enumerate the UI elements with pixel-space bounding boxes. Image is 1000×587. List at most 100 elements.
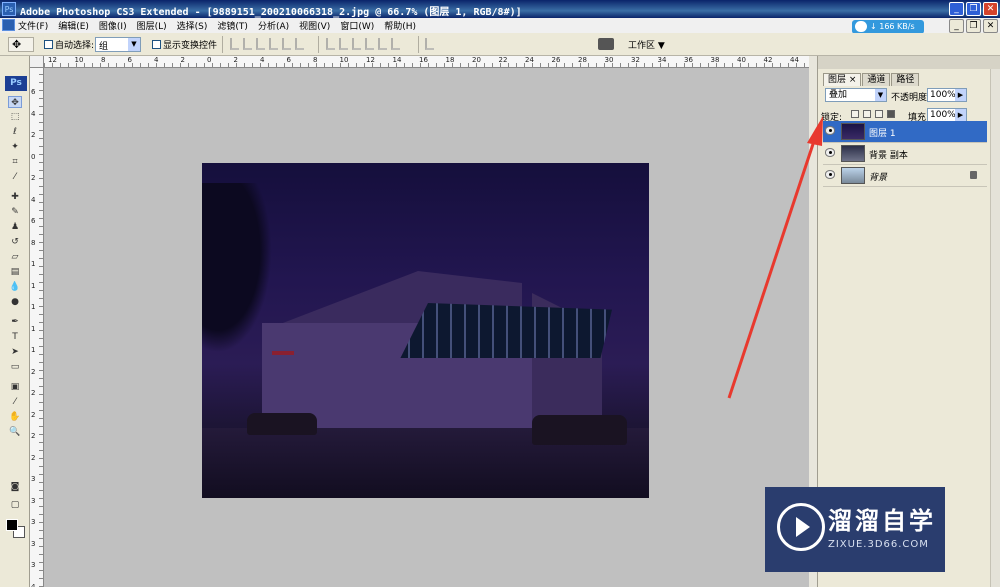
lock-transparency-icon[interactable] [851, 110, 859, 118]
close-button[interactable]: ✕ [983, 2, 998, 16]
menu-edit[interactable]: 编辑(E) [58, 19, 89, 32]
minimize-button[interactable]: _ [949, 2, 964, 16]
show-transform-checkbox[interactable] [152, 40, 161, 49]
notes-tool-icon[interactable]: ▣ [8, 381, 22, 393]
ruler-tick-label: 42 [763, 56, 773, 64]
auto-align-button[interactable] [425, 38, 434, 50]
menu-analysis[interactable]: 分析(A) [258, 19, 289, 32]
auto-select-dropdown[interactable]: 组 ▼ [95, 37, 141, 52]
watermark-url: ZIXUE.3D66.COM [828, 539, 929, 550]
panel-scrollbar[interactable] [990, 69, 1000, 587]
menu-layer[interactable]: 图层(L) [137, 19, 167, 32]
tab-layers[interactable]: 图层 × [823, 73, 862, 86]
slice-tool-icon[interactable]: ⁄ [8, 171, 22, 183]
building-sign [272, 351, 294, 355]
tab-paths[interactable]: 路径 [891, 73, 920, 86]
type-tool-icon[interactable]: T [8, 331, 22, 343]
shape-tool-icon[interactable]: ▭ [8, 361, 22, 373]
layer-thumbnail [841, 145, 865, 162]
menu-bar: 文件(F) 编辑(E) 图像(I) 图层(L) 选择(S) 滤镜(T) 分析(A… [0, 18, 1000, 33]
eye-icon[interactable] [825, 126, 835, 135]
separator [222, 36, 223, 53]
ruler-origin[interactable] [30, 56, 44, 68]
lock-all-icon[interactable] [887, 110, 895, 118]
layer-row-layer1[interactable]: 图层 1 [823, 121, 987, 143]
menu-view[interactable]: 视图(V) [299, 19, 330, 32]
chevron-right-icon[interactable]: ▶ [955, 109, 966, 121]
document-canvas-image[interactable] [202, 163, 649, 498]
restore-button[interactable]: ❐ [966, 2, 981, 16]
auto-select-checkbox[interactable] [44, 40, 53, 49]
layer-thumbnail [841, 167, 865, 184]
eyedropper-tool-icon[interactable]: ⁄ [8, 396, 22, 408]
ruler-tick-label: 3 [31, 496, 36, 505]
distribute-buttons[interactable] [326, 38, 400, 50]
doc-close-button[interactable]: ✕ [983, 19, 998, 33]
lasso-tool-icon[interactable]: ℓ [8, 126, 22, 138]
quick-mask-icon[interactable]: ◙ [8, 481, 22, 493]
ruler-tick-label: 26 [551, 56, 561, 64]
blur-tool-icon[interactable]: 💧 [8, 281, 22, 293]
dodge-tool-icon[interactable]: ● [8, 296, 22, 308]
ruler-tick-label: 2 [31, 410, 36, 419]
car-right [532, 415, 627, 445]
move-tool-icon[interactable]: ✥ [8, 96, 22, 108]
car-left [247, 413, 317, 435]
menu-window[interactable]: 窗口(W) [340, 19, 374, 32]
fill-input[interactable]: 100% ▶ [927, 108, 967, 122]
layer-row-background[interactable]: 背景 [823, 165, 987, 187]
menu-select[interactable]: 选择(S) [177, 19, 208, 32]
ruler-tick-label: 18 [445, 56, 455, 64]
magic-wand-tool-icon[interactable]: ✦ [8, 141, 22, 153]
chevron-down-icon: ▼ [128, 38, 140, 51]
tab-channels[interactable]: 通道 [862, 73, 891, 86]
align-buttons[interactable] [230, 38, 304, 50]
gradient-tool-icon[interactable]: ▤ [8, 266, 22, 278]
zoom-tool-icon[interactable]: 🔍 [8, 426, 22, 438]
menu-file[interactable]: 文件(F) [18, 19, 48, 32]
menu-image[interactable]: 图像(I) [99, 19, 127, 32]
eye-icon[interactable] [825, 148, 835, 157]
chevron-down-icon: ▼ [875, 89, 886, 101]
doc-minimize-button[interactable]: _ [949, 19, 964, 33]
workspace-icon[interactable] [598, 38, 614, 50]
ruler-tick-label: 3 [31, 518, 36, 526]
menu-filter[interactable]: 滤镜(T) [217, 19, 248, 32]
layer-row-background-copy[interactable]: 背景 副本 [823, 143, 987, 165]
foreground-color-swatch[interactable] [6, 519, 18, 531]
opacity-input[interactable]: 100% ▶ [927, 88, 967, 102]
ruler-tick-label: 8 [31, 238, 36, 247]
ruler-tick-label: 1 [31, 346, 36, 354]
layer-thumbnail [841, 123, 865, 140]
vertical-ruler[interactable]: 6 4 2 0 2 4 6 8 1 1 1 1 1 2 2 2 2 2 3 3 3 3 3 4 [30, 68, 44, 587]
history-brush-icon[interactable]: ↺ [8, 236, 22, 248]
ruler-tick-label: 40 [737, 56, 746, 64]
ruler-tick-label: 3 [31, 475, 36, 483]
tool-preset-picker[interactable]: ✥ [8, 37, 34, 52]
path-selection-icon[interactable]: ➤ [8, 346, 22, 358]
lock-pixels-icon[interactable] [863, 110, 871, 118]
ruler-tick-label: 10 [74, 56, 84, 64]
ruler-tick-label: 30 [604, 56, 614, 64]
eraser-tool-icon[interactable]: ▱ [8, 251, 22, 263]
hand-tool-icon[interactable]: ✋ [8, 411, 22, 423]
ruler-tick-label: 0 [207, 56, 212, 64]
eye-icon[interactable] [825, 170, 835, 179]
chevron-right-icon[interactable]: ▶ [955, 89, 966, 101]
crop-tool-icon[interactable]: ⌗ [8, 156, 22, 168]
blend-mode-dropdown[interactable]: 叠加 ▼ [825, 88, 887, 102]
document-icon[interactable] [2, 19, 15, 31]
pen-tool-icon[interactable]: ✒ [8, 316, 22, 328]
lock-position-icon[interactable] [875, 110, 883, 118]
healing-brush-icon[interactable]: ✚ [8, 191, 22, 203]
brush-tool-icon[interactable]: ✎ [8, 206, 22, 218]
marquee-tool-icon[interactable]: ⬚ [8, 111, 22, 123]
menu-help[interactable]: 帮助(H) [384, 19, 416, 32]
workspace-menu[interactable]: 工作区 ▼ [628, 38, 665, 51]
clone-stamp-icon[interactable]: ♟ [8, 221, 22, 233]
horizontal-ruler[interactable]: 12 10 8 6 4 2 0 2 4 6 8 10 12 14 16 18 20 22 24 26 28 30 32 34 3… [44, 56, 809, 68]
ruler-tick-label: 4 [31, 109, 36, 118]
ruler-tick-label: 6 [286, 56, 291, 64]
doc-restore-button[interactable]: ❐ [966, 19, 981, 33]
screen-mode-icon[interactable]: ▢ [8, 499, 22, 511]
